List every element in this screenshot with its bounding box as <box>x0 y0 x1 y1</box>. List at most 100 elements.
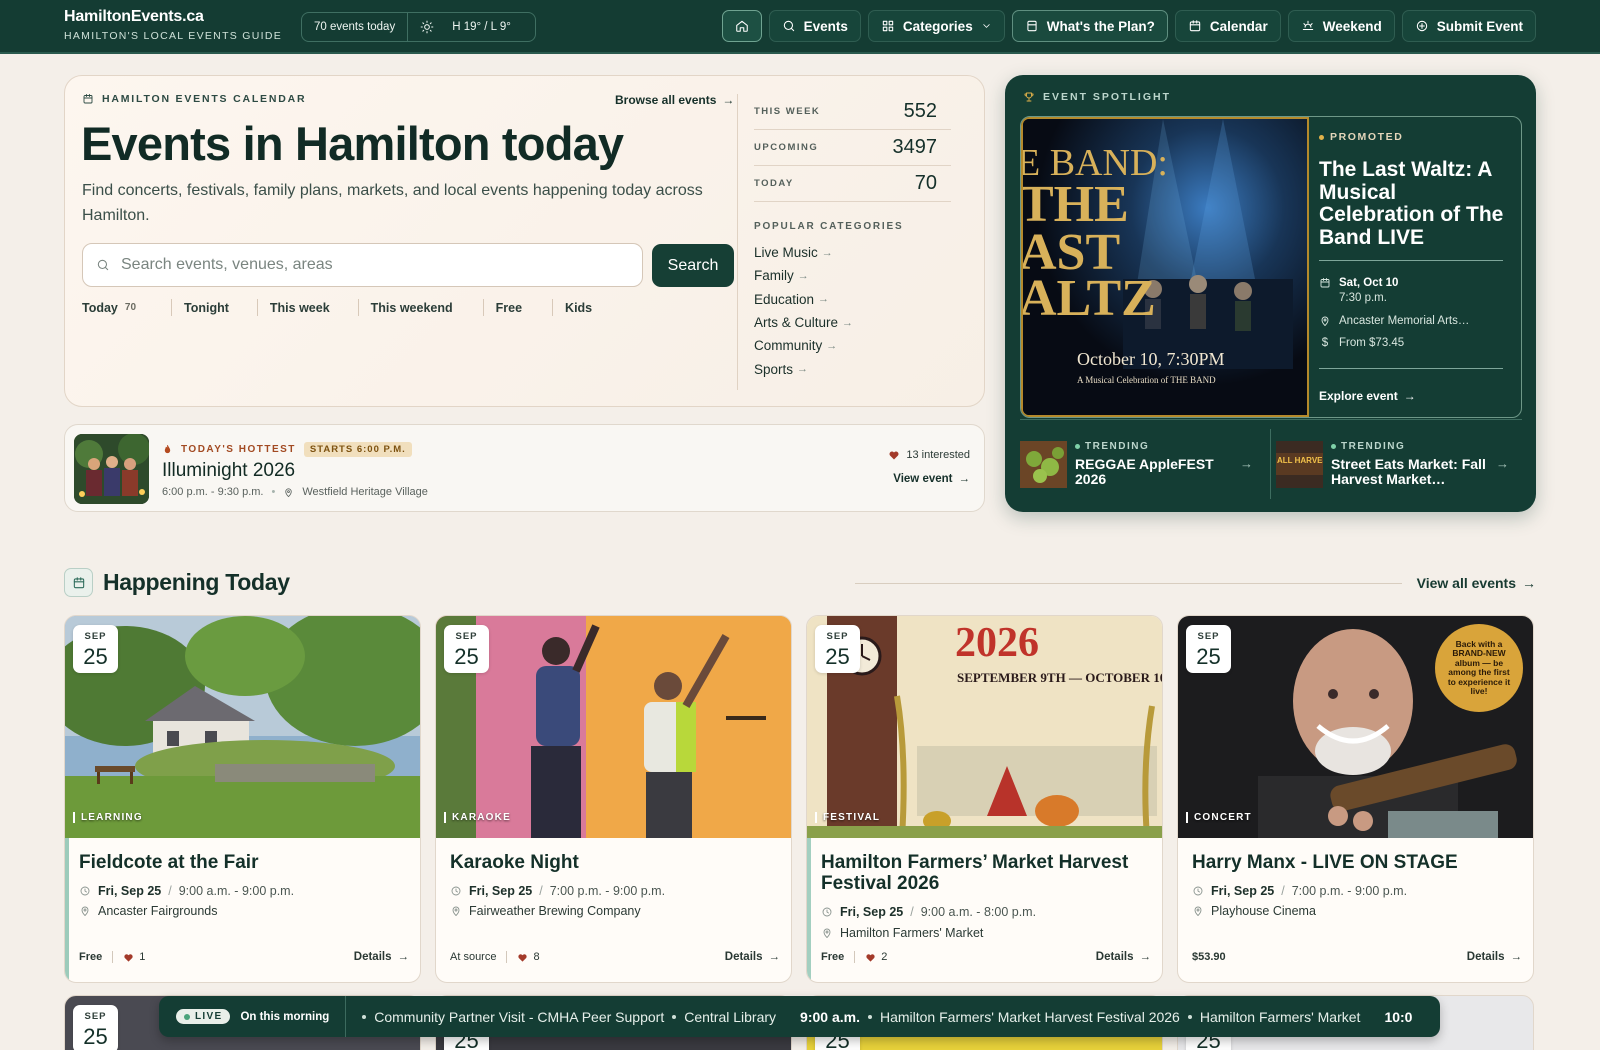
details-link[interactable]: Details → <box>354 951 409 963</box>
nav-categories[interactable]: Categories <box>867 10 1005 42</box>
arrow-right-icon: → <box>768 951 781 963</box>
category-live-music[interactable]: Live Music → <box>754 241 951 264</box>
happening-today-header: Happening Today <box>64 568 290 597</box>
explore-event-link[interactable]: Explore event → <box>1319 389 1416 403</box>
hottest-venue: Westfield Heritage Village <box>302 486 428 498</box>
event-title[interactable]: Hamilton Farmers’ Market Harvest Festiva… <box>821 852 1151 894</box>
hero-description: Find concerts, festivals, family plans, … <box>82 182 703 224</box>
event-footer: Free 2 Details → <box>821 951 1151 963</box>
arrow-right-icon: → <box>722 93 735 107</box>
quick-filters: Today 70 Tonight This week This weekend F… <box>82 299 604 316</box>
spotlight-price: $ From $73.45 <box>1319 337 1404 349</box>
view-event-link[interactable]: View event → <box>893 473 970 485</box>
event-title[interactable]: Karaoke Night <box>450 852 780 873</box>
browse-all-events-link[interactable]: Browse all events → <box>615 93 734 107</box>
event-footer: $53.90 Details → <box>1192 951 1522 963</box>
event-hearts[interactable]: 8 <box>506 951 540 963</box>
filter-today-count: 70 <box>124 302 137 313</box>
hero-panel: HAMILTON EVENTS CALENDAR Browse all even… <box>64 75 985 407</box>
nav-whats-the-plan[interactable]: What's the Plan? <box>1011 10 1168 42</box>
location-pin-icon <box>1321 316 1329 326</box>
arrow-right-icon: → <box>958 473 971 485</box>
brand-name[interactable]: HamiltonEvents.ca <box>64 8 282 26</box>
trending-title-2: Street Eats Market: Fall Harvest Market… <box>1331 456 1486 487</box>
event-card[interactable]: SEP 25 LEARNING Fieldcote at the Fair Fri… <box>64 615 421 983</box>
flame-icon <box>164 444 171 454</box>
hottest-kicker-text: TODAY'S HOTTEST <box>181 444 296 455</box>
trending-thumb-1 <box>1020 440 1067 488</box>
details-link[interactable]: Details → <box>1096 951 1151 963</box>
event-hearts[interactable]: 2 <box>854 951 887 963</box>
location-pin-icon <box>81 906 89 916</box>
trending-item-2[interactable]: ALL HARVEST ARKET TRENDING Street Eats M… <box>1276 428 1523 500</box>
nav-submit-label: Submit Event <box>1436 18 1523 34</box>
popular-categories-title: POPULAR CATEGORIES <box>754 221 904 232</box>
event-title[interactable]: Fieldcote at the Fair <box>79 852 409 873</box>
spotlight-card[interactable]: E BAND: THE AST ALTZ October 10, 7:30PM … <box>1020 116 1522 418</box>
event-hearts[interactable]: 1 <box>112 951 145 963</box>
brand[interactable]: HamiltonEvents.ca HAMILTON'S LOCAL EVENT… <box>64 8 282 42</box>
event-venue: Playhouse Cinema <box>1192 904 1316 918</box>
event-price: Free <box>821 951 845 963</box>
event-footer: At source 8 Details → <box>450 951 780 963</box>
location-pin-icon <box>285 487 293 497</box>
trending-item-1[interactable]: TRENDING REGGAE AppleFEST 2026 → <box>1020 428 1267 500</box>
dollar-icon: $ <box>1321 337 1329 349</box>
nav-submit-event[interactable]: Submit Event <box>1401 10 1536 42</box>
spotlight-title[interactable]: The Last Waltz: A Musical Celebration of… <box>1319 158 1513 249</box>
ticker-item-title[interactable]: Community Partner Visit - CMHA Peer Supp… <box>374 1009 664 1025</box>
event-title[interactable]: Harry Manx - LIVE ON STAGE <box>1192 852 1522 873</box>
hottest-title[interactable]: Illuminight 2026 <box>162 460 295 482</box>
category-family[interactable]: Family → <box>754 264 951 287</box>
event-spotlight-panel: EVENT SPOTLIGHT E BAND: THE AST ALTZ Oct… <box>1005 75 1536 512</box>
view-all-events-link[interactable]: View all events → <box>1417 575 1536 591</box>
ticker-item-title[interactable]: Hamilton Farmers' Market Harvest Festiva… <box>880 1009 1180 1025</box>
calendar-icon <box>1189 20 1201 32</box>
event-card[interactable]: 2026 SEPTEMBER 9TH — OCTOBER 10TH SEP 25 … <box>806 615 1163 983</box>
details-link[interactable]: Details → <box>1467 951 1522 963</box>
todays-hottest-card[interactable]: TODAY'S HOTTEST STARTS 6:00 P.M. Illumin… <box>64 424 985 512</box>
event-card-image <box>436 616 791 838</box>
live-ticker[interactable]: LIVE On this morning Community Partner V… <box>159 996 1440 1037</box>
search-button[interactable]: Search <box>652 244 734 287</box>
nav-weekend[interactable]: Weekend <box>1287 10 1395 42</box>
filter-this-weekend[interactable]: This weekend <box>357 299 483 316</box>
category-community[interactable]: Community → <box>754 334 951 357</box>
hottest-meta: 6:00 p.m. - 9:30 p.m. • Westfield Herita… <box>162 486 428 498</box>
clock-icon <box>451 886 461 896</box>
arrow-right-icon: → <box>397 951 410 963</box>
arrow-right-icon: → <box>1522 575 1536 591</box>
category-arts-culture[interactable]: Arts & Culture → <box>754 311 951 334</box>
starts-badge: STARTS 6:00 P.M. <box>303 442 412 457</box>
event-card[interactable]: Back with a BRAND-NEW album — be among t… <box>1177 615 1534 983</box>
category-sports[interactable]: Sports → <box>754 357 951 380</box>
stat-today: TODAY 70 <box>754 166 951 202</box>
svg-text:ALTZ: ALTZ <box>1023 270 1156 327</box>
event-venue: Hamilton Farmers' Market <box>821 926 983 940</box>
hero-stats-sidebar: THIS WEEK 552 UPCOMING 3497 TODAY 70 POPULA… <box>737 94 951 390</box>
nav-events[interactable]: Events <box>768 10 861 42</box>
event-card[interactable]: SEP 25 KARAOKE Karaoke Night Fri, Sep 25/… <box>435 615 792 983</box>
nav-calendar[interactable]: Calendar <box>1174 10 1281 42</box>
sunrise-icon <box>1302 20 1313 31</box>
filter-free[interactable]: Free <box>482 299 552 316</box>
filter-today[interactable]: Today 70 <box>82 299 171 316</box>
date-badge: SEP 25 <box>73 1005 118 1050</box>
filter-this-week[interactable]: This week <box>256 299 358 316</box>
filter-kids[interactable]: Kids <box>552 299 604 316</box>
arrow-right-icon: → <box>1510 951 1523 963</box>
search-input[interactable]: Search events, venues, areas <box>82 243 643 287</box>
event-footer: Free 1 Details → <box>79 951 409 963</box>
filter-tonight[interactable]: Tonight <box>171 299 257 316</box>
interested-count[interactable]: 13 interested <box>888 449 970 461</box>
category-tag: CONCERT <box>1186 812 1252 823</box>
home-button[interactable] <box>721 10 762 42</box>
details-link[interactable]: Details → <box>725 951 780 963</box>
top-bar: HamiltonEvents.ca HAMILTON'S LOCAL EVENT… <box>0 0 1600 54</box>
spotlight-poster: E BAND: THE AST ALTZ October 10, 7:30PM … <box>1021 117 1309 417</box>
date-badge: SEP 25 <box>1186 625 1231 673</box>
plan-icon <box>1027 20 1037 32</box>
category-education[interactable]: Education → <box>754 288 951 311</box>
sun-icon <box>420 20 434 34</box>
ticker-item-venue: Hamilton Farmers' Market <box>1199 1008 1361 1025</box>
